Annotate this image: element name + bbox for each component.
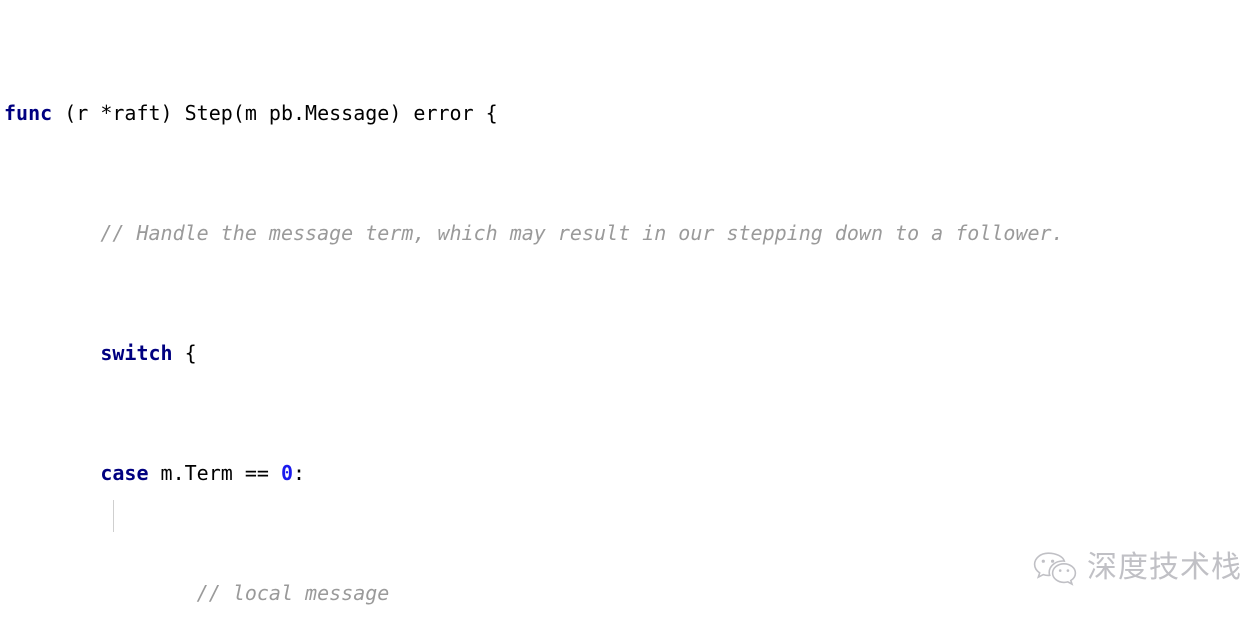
code-line-2[interactable]: // Handle the message term, which may re… (0, 218, 1260, 248)
code-line-5[interactable]: // local message (0, 578, 1260, 608)
code-content[interactable]: func (r *raft) Step(m pb.Message) error … (0, 8, 1260, 628)
line-4-colon: : (293, 461, 306, 485)
number-zero: 0 (280, 461, 293, 485)
keyword-case: case (100, 461, 149, 485)
code-line-3[interactable]: switch { (0, 338, 1260, 368)
line-4-expr: m.Term == (148, 461, 281, 485)
comment-local-message: // local message (196, 581, 390, 605)
line-4-indent (4, 461, 100, 485)
line-3-brace: { (172, 341, 197, 365)
line-5-indent (4, 581, 197, 605)
code-editor-viewport[interactable]: func (r *raft) Step(m pb.Message) error … (0, 0, 1260, 628)
line-3-indent (4, 341, 100, 365)
line-1-signature: (r *raft) Step(m pb.Message) error { (52, 101, 498, 125)
code-line-1[interactable]: func (r *raft) Step(m pb.Message) error … (0, 98, 1260, 128)
keyword-switch: switch (100, 341, 173, 365)
code-line-4[interactable]: case m.Term == 0: (0, 458, 1260, 488)
line-2-indent (4, 221, 100, 245)
keyword-func: func (4, 101, 53, 125)
indent-guide-line (113, 500, 114, 532)
comment-handle-message-term: // Handle the message term, which may re… (100, 221, 1064, 245)
